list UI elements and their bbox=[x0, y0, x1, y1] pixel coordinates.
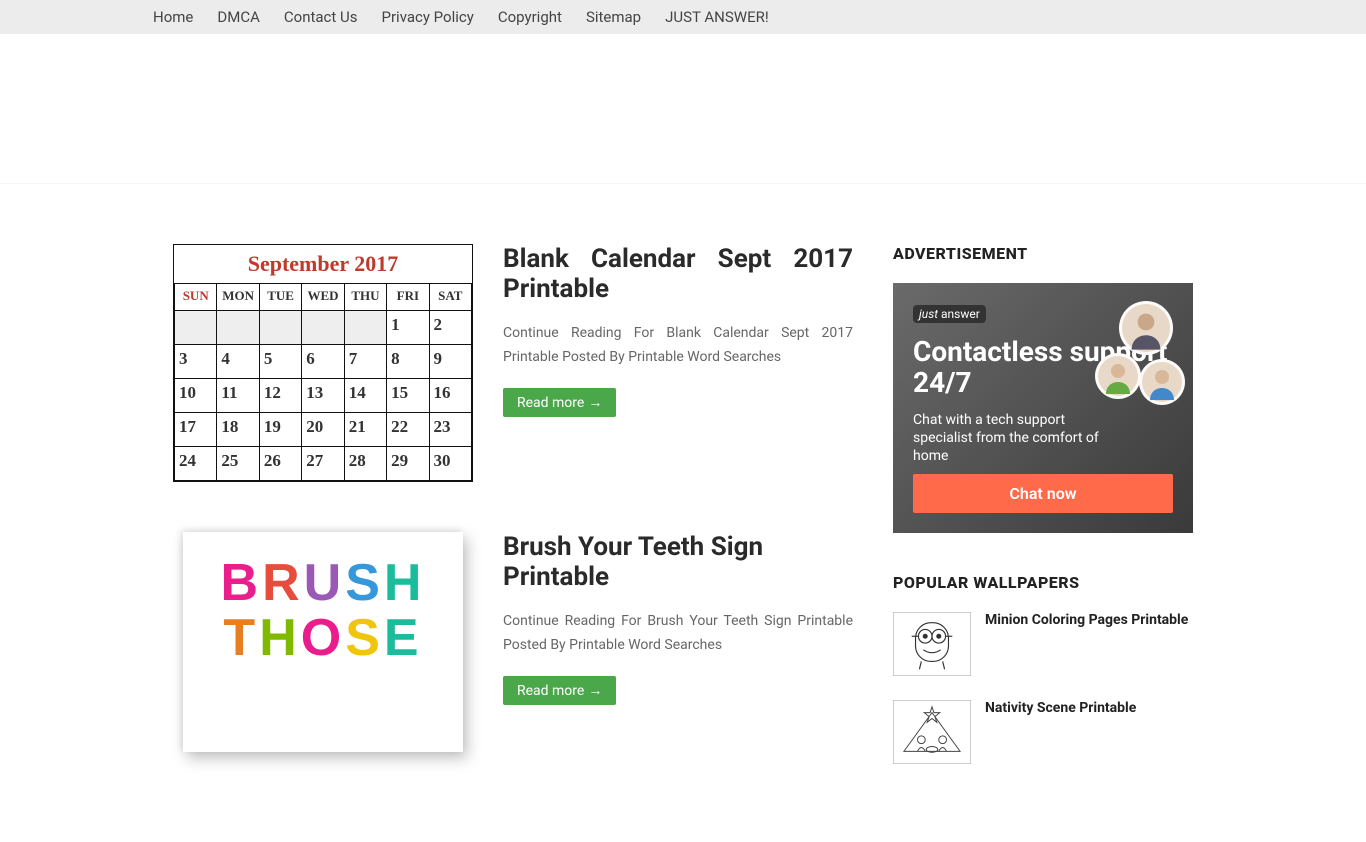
nav-link-home[interactable]: Home bbox=[153, 8, 193, 26]
nav-link-sitemap[interactable]: Sitemap bbox=[586, 8, 641, 26]
post-thumbnail[interactable]: September 2017 SUN MON TUE WED THU FRI S… bbox=[173, 244, 473, 482]
avatar bbox=[1095, 353, 1141, 399]
popular-heading: POPULAR WALLPAPERS bbox=[893, 573, 1193, 592]
arrow-right-icon: → bbox=[588, 683, 602, 699]
avatar bbox=[1139, 359, 1185, 405]
header-ad-slot bbox=[0, 34, 1366, 184]
post: BRUSH THOSE Brush Your Teeth Sign Printa… bbox=[173, 532, 853, 752]
calendar-title: September 2017 bbox=[174, 245, 472, 283]
avatar bbox=[1119, 301, 1173, 355]
chat-now-button[interactable]: Chat now bbox=[913, 474, 1173, 513]
post-thumbnail[interactable]: BRUSH THOSE bbox=[173, 532, 473, 752]
popular-link[interactable]: Nativity Scene Printable bbox=[985, 700, 1136, 716]
read-more-button[interactable]: Read more→ bbox=[503, 676, 616, 705]
post-title[interactable]: Brush Your Teeth Sign Printable bbox=[503, 532, 853, 592]
post-excerpt: Continue Reading For Blank Calendar Sept… bbox=[503, 322, 853, 370]
advertisement-heading: ADVERTISEMENT bbox=[893, 244, 1193, 263]
popular-thumbnail[interactable] bbox=[893, 612, 971, 676]
arrow-right-icon: → bbox=[588, 395, 602, 411]
sidebar: ADVERTISEMENT just answer Contactless su… bbox=[893, 244, 1193, 788]
sidebar-ad[interactable]: just answer Contactless support 24/7 Cha… bbox=[893, 283, 1193, 533]
top-nav: Home DMCA Contact Us Privacy Policy Copy… bbox=[0, 0, 1366, 34]
calendar-grid: SUN MON TUE WED THU FRI SAT 12 34567 bbox=[174, 283, 472, 481]
nav-link-dmca[interactable]: DMCA bbox=[217, 8, 260, 26]
nativity-icon bbox=[894, 701, 970, 763]
popular-item: Minion Coloring Pages Printable bbox=[893, 612, 1193, 676]
post-excerpt: Continue Reading For Brush Your Teeth Si… bbox=[503, 610, 853, 658]
justanswer-logo: just answer bbox=[913, 305, 986, 323]
nav-link-justanswer[interactable]: JUST ANSWER! bbox=[665, 8, 769, 26]
popular-item: Nativity Scene Printable bbox=[893, 700, 1193, 764]
content-column: September 2017 SUN MON TUE WED THU FRI S… bbox=[173, 244, 853, 802]
popular-thumbnail[interactable] bbox=[893, 700, 971, 764]
nav-link-contact[interactable]: Contact Us bbox=[284, 8, 358, 26]
calendar-image: September 2017 SUN MON TUE WED THU FRI S… bbox=[173, 244, 473, 482]
popular-link[interactable]: Minion Coloring Pages Printable bbox=[985, 612, 1188, 628]
post: September 2017 SUN MON TUE WED THU FRI S… bbox=[173, 244, 853, 482]
nav-link-copyright[interactable]: Copyright bbox=[498, 8, 562, 26]
nav-link-privacy[interactable]: Privacy Policy bbox=[382, 8, 474, 26]
read-more-button[interactable]: Read more→ bbox=[503, 388, 616, 417]
post-title[interactable]: Blank Calendar Sept 2017 Printable bbox=[503, 244, 853, 304]
brush-poster-image: BRUSH THOSE bbox=[183, 532, 463, 752]
minion-icon bbox=[894, 613, 970, 675]
ad-subtitle: Chat with a tech support specialist from… bbox=[913, 411, 1103, 466]
